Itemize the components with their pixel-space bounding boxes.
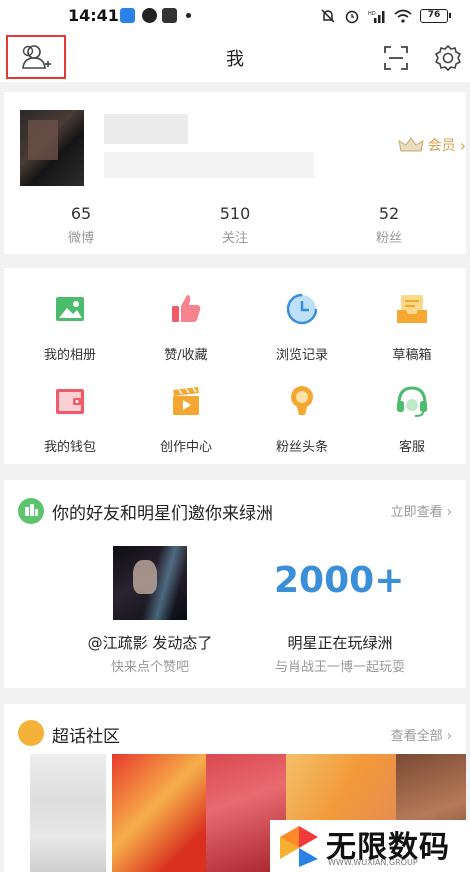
- super-topic-title: 超话社区: [52, 727, 120, 747]
- feature-label: 我的钱包: [43, 440, 96, 455]
- celebrity-post-sub: 快来点个赞吧: [110, 660, 189, 675]
- feature-label: 浏览记录: [275, 348, 328, 363]
- avatar[interactable]: [20, 110, 84, 186]
- feature-support[interactable]: 客服: [354, 384, 470, 455]
- topic-thumbnail[interactable]: [112, 754, 206, 872]
- wifi-icon: [394, 9, 412, 23]
- celebrity-post-caption[interactable]: @江疏影 发动态了: [64, 632, 236, 653]
- feature-likes[interactable]: 赞/收藏: [128, 292, 244, 363]
- feature-label: 创作中心: [159, 440, 212, 455]
- oasis-icon: [18, 498, 44, 524]
- top-bar: 我: [0, 32, 470, 82]
- clapper-icon: [173, 387, 199, 415]
- oasis-stars-caption[interactable]: 明星正在玩绿洲: [252, 632, 428, 653]
- thumbs-up-icon: [172, 295, 201, 322]
- feature-grid: 我的相册 赞/收藏 浏览记录 草稿箱 我的钱包 创作中心 粉丝头条 客服: [4, 268, 466, 464]
- stat-following[interactable]: 510 关注: [158, 204, 312, 246]
- stat-label: 微博: [67, 231, 94, 246]
- vip-button[interactable]: 会员 ›: [397, 134, 466, 156]
- oasis-stars-sub: 与肖战王一博一起玩耍: [274, 660, 405, 675]
- status-bar: 14:41 HD 76: [0, 0, 470, 32]
- headset-icon: [397, 386, 427, 417]
- scan-button[interactable]: [382, 44, 410, 72]
- feature-history[interactable]: 浏览记录: [244, 292, 360, 363]
- feature-label: 我的相册: [43, 348, 96, 363]
- profile-card[interactable]: 会员 › 65 微博 510 关注 52 粉丝: [4, 92, 466, 254]
- gear-icon: [435, 45, 461, 71]
- feature-creator[interactable]: 创作中心: [128, 384, 244, 455]
- feature-label: 草稿箱: [392, 348, 432, 363]
- feature-label: 赞/收藏: [164, 348, 208, 363]
- stat-value: 65: [70, 204, 92, 223]
- feature-wallet[interactable]: 我的钱包: [12, 384, 128, 455]
- profile-stats: 65 微博 510 关注 52 粉丝: [4, 204, 466, 246]
- watermark: 无限数码 WWW.WUXIAN.GROUP: [270, 820, 470, 872]
- username-redacted: [104, 114, 188, 144]
- more-notifications-dot: [186, 13, 191, 18]
- feature-label: 客服: [398, 440, 425, 455]
- watermark-logo-icon: [280, 826, 318, 867]
- super-topic-view-all-link[interactable]: 查看全部 ›: [391, 725, 452, 744]
- vip-label: 会员: [427, 138, 456, 154]
- app-notification-icon: [142, 8, 157, 23]
- stat-value: 52: [378, 204, 400, 223]
- chevron-right-icon: ›: [446, 505, 452, 520]
- battery-indicator: 76: [420, 9, 451, 23]
- celebrity-photo[interactable]: [113, 546, 187, 620]
- topic-thumbnail[interactable]: [30, 754, 106, 872]
- stat-value: 510: [219, 204, 251, 223]
- crown-icon: [397, 137, 424, 152]
- alarm-icon: [345, 10, 359, 24]
- bio-redacted: [104, 152, 314, 178]
- feature-drafts[interactable]: 草稿箱: [354, 292, 470, 363]
- oasis-title: 你的好友和明星们邀你来绿洲: [52, 504, 273, 524]
- chevron-right-icon: ›: [459, 135, 466, 155]
- feature-label: 粉丝头条: [275, 440, 328, 455]
- svg-text:HD: HD: [368, 11, 376, 17]
- wallet-icon: [56, 389, 84, 414]
- stat-label: 粉丝: [375, 231, 402, 246]
- feature-fans-headline[interactable]: 粉丝头条: [244, 384, 360, 455]
- app-notification-icon: [120, 8, 135, 23]
- drafts-icon: [397, 295, 427, 323]
- clock-icon: [286, 293, 318, 325]
- album-icon: [56, 297, 84, 321]
- watermark-url: WWW.WUXIAN.GROUP: [328, 858, 418, 867]
- signal-icon: HD: [368, 11, 385, 23]
- app-notification-icon: [162, 8, 177, 23]
- oasis-view-now-label: 立即查看: [390, 505, 443, 520]
- status-time: 14:41: [68, 6, 119, 25]
- super-topic-view-all-label: 查看全部: [390, 729, 443, 744]
- oasis-invite-card: 你的好友和明星们邀你来绿洲 立即查看 › @江疏影 发动态了 快来点个赞吧 20…: [4, 480, 466, 688]
- feature-album[interactable]: 我的相册: [12, 292, 128, 363]
- settings-button[interactable]: [434, 44, 462, 72]
- oasis-star-count[interactable]: 2000+: [274, 560, 404, 601]
- stat-weibo[interactable]: 65 微博: [4, 204, 158, 246]
- chevron-right-icon: ›: [446, 729, 452, 744]
- super-topic-icon: [18, 720, 44, 746]
- stat-followers[interactable]: 52 粉丝: [312, 204, 466, 246]
- bulb-icon: [291, 386, 313, 415]
- mute-icon: [321, 9, 335, 23]
- scan-icon: [384, 46, 408, 70]
- stat-label: 关注: [221, 231, 248, 246]
- oasis-view-now-link[interactable]: 立即查看 ›: [391, 501, 452, 520]
